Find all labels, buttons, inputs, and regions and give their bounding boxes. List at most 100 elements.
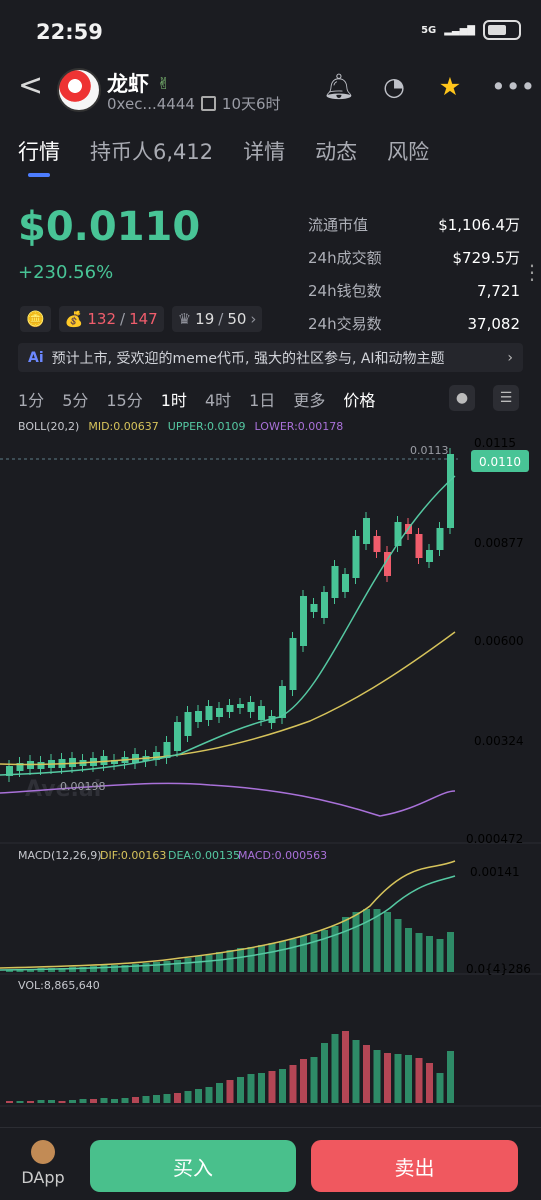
candle [363,518,370,544]
token-avatar[interactable] [57,68,101,112]
price-mode[interactable]: 价格 [343,387,375,411]
more-stats-icon[interactable]: ⋮ [522,260,541,284]
crown-badge[interactable]: ♛ 19/50 › [171,306,263,332]
stat-row: 24h交易数 37,082 [308,307,520,340]
volume-bars [6,1031,454,1103]
macd-bar [331,926,339,972]
macd-bar [226,950,234,972]
candle [436,528,444,550]
copy-icon[interactable] [200,96,216,111]
macd-bottom-tick: 0.0{4}286 [466,962,531,976]
macd-bar [415,933,423,972]
volume-bar [163,1094,171,1103]
stat-label: 24h钱包数 [308,282,382,300]
current-price-label: 0.0110 [479,455,521,469]
stat-row: 流通市值 $1,106.4万 [308,208,520,241]
macd-bar [405,928,412,972]
volume-bar [121,1098,129,1103]
tab-feed[interactable]: 动态 [315,136,357,166]
candle [237,704,244,708]
macd-bar [426,936,433,972]
macd-bar [100,965,108,972]
volume-bar [16,1101,24,1103]
money-bag-badge[interactable]: 💰 132/147 [58,306,164,332]
ai-summary-text: 预计上市, 受欢迎的meme代币, 强大的社区参与, AI和动物主题 [51,350,445,367]
macd-bar [447,932,454,972]
tab-details[interactable]: 详情 [243,136,285,166]
tab-risk[interactable]: 风险 [387,136,429,166]
bubble-icon[interactable]: ● [449,385,475,411]
interval-1h[interactable]: 1时 [161,387,187,411]
volume-bar [363,1045,370,1103]
candle [342,574,349,592]
candle [373,536,381,552]
status-indicators: 5G ▂▃▅▇ [421,20,521,40]
volume-bar [184,1091,192,1103]
kline-chart[interactable]: Ave.ai 0.0110 0.0113 0.00198 0.0115 0.00… [0,436,541,1126]
volume-bar [289,1065,297,1103]
candle [37,762,45,769]
macd-bar [279,941,286,972]
volume-bar [310,1057,318,1103]
star-icon[interactable]: ★ [435,72,465,102]
tab-market[interactable]: 行情 [18,136,60,166]
money-bag-icon: 💰 [64,310,84,328]
volume-bar [342,1031,349,1103]
candle [310,604,318,612]
stat-value: 7,721 [477,281,520,300]
volume-bar [384,1053,391,1103]
back-button[interactable]: < [18,71,43,101]
coins-badge[interactable]: 🪙 [20,306,51,332]
candle [331,566,339,598]
volume-bar [205,1087,213,1103]
buy-button[interactable]: 买入 [90,1140,296,1192]
candle [447,454,454,528]
volume-bar [394,1054,402,1103]
macd-bar [384,912,391,972]
tab-holders[interactable]: 持币人6,412 [90,136,213,166]
stat-value: $729.5万 [452,249,521,267]
ai-summary-banner[interactable]: Ai 预计上市, 受欢迎的meme代币, 强大的社区参与, AI和动物主题 › [18,343,523,372]
indicator-settings-icon[interactable]: ☰ [493,385,519,411]
macd-bar [310,934,318,972]
gauge-icon[interactable]: ◔ [379,72,409,102]
macd-bar [111,965,118,972]
interval-4h[interactable]: 4时 [205,387,231,411]
boll-mid-line [0,631,456,766]
high-label: 0.0113 [410,444,449,457]
volume-bar [111,1099,118,1103]
interval-1m[interactable]: 1分 [18,387,44,411]
volume-bar [352,1040,360,1103]
volume-bar [331,1034,339,1103]
vol-title: VOL:8,865,640 [18,979,100,992]
macd-bar [205,955,213,972]
interval-15m[interactable]: 15分 [106,387,142,411]
market-stats: 流通市值 $1,106.4万 24h成交额 $729.5万 24h钱包数 7,721 … [308,208,520,340]
volume-bar [6,1101,13,1103]
interval-more[interactable]: 更多 [293,387,325,411]
volume-bar [58,1101,66,1103]
macd-bar [321,930,328,972]
interval-1d[interactable]: 1日 [249,387,275,411]
token-address[interactable]: 0xec...4444 [107,95,195,113]
stat-label: 24h交易数 [308,315,382,333]
y-tick: 0.000472 [466,832,523,846]
volume-bar [405,1055,412,1103]
boll-title: BOLL(20,2) [18,420,80,433]
macd-bar [436,939,444,972]
boll-mid: MID:0.00637 [88,420,159,433]
badge-value-3: 19 [195,310,215,328]
macd-bar [237,948,244,972]
interval-5m[interactable]: 5分 [62,387,88,411]
sell-button[interactable]: 卖出 [311,1140,518,1192]
y-tick: 0.00324 [474,734,524,748]
crown-icon: ♛ [177,310,192,328]
volume-bar [174,1093,181,1103]
macd-title: MACD(12,26,9) [18,849,102,862]
chart-tools: ● ☰ [449,385,519,411]
volume-bar [37,1100,45,1103]
bell-icon[interactable]: 🔔︎ [323,72,355,102]
more-icon[interactable]: ••• [491,72,535,102]
candle [205,706,213,720]
dapp-button[interactable]: DApp [19,1140,67,1187]
